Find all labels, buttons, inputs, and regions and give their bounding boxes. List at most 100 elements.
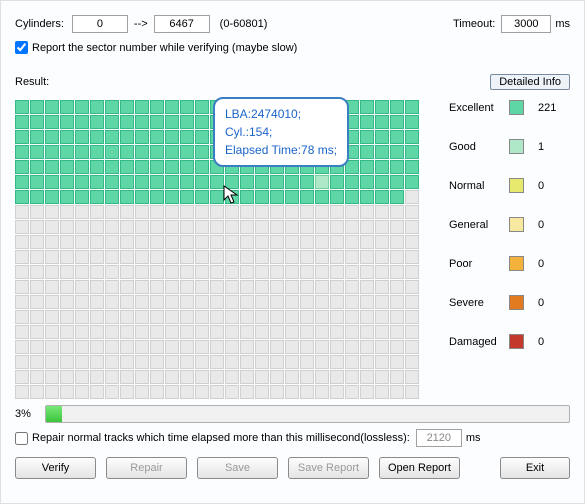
sector-cell: [225, 250, 239, 264]
sector-cell: [150, 310, 164, 324]
detailed-info-button[interactable]: Detailed Info: [490, 74, 570, 90]
sector-cell: [240, 340, 254, 354]
sector-cell: [90, 370, 104, 384]
sector-cell: [165, 145, 179, 159]
sector-cell: [90, 235, 104, 249]
sector-cell: [150, 190, 164, 204]
sector-cell: [195, 160, 209, 174]
repair-checkbox[interactable]: [15, 432, 28, 445]
sector-cell: [360, 190, 374, 204]
sector-cell: [15, 280, 29, 294]
sector-cell: [135, 265, 149, 279]
sector-cell: [90, 325, 104, 339]
sector-cell: [45, 160, 59, 174]
sector-cell: [75, 205, 89, 219]
sector-cell: [30, 310, 44, 324]
sector-cell: [405, 145, 419, 159]
sector-cell: [195, 280, 209, 294]
sector-cell: [75, 160, 89, 174]
sector-cell: [105, 355, 119, 369]
sector-cell: [180, 220, 194, 234]
sector-cell: [90, 160, 104, 174]
exit-button[interactable]: Exit: [500, 457, 570, 479]
sector-cell: [345, 250, 359, 264]
sector-cell: [135, 160, 149, 174]
sector-cell: [90, 280, 104, 294]
sector-cell: [405, 385, 419, 399]
sector-cell: [240, 280, 254, 294]
sector-cell: [30, 250, 44, 264]
sector-cell: [150, 340, 164, 354]
cyl-from-input[interactable]: [72, 15, 128, 33]
sector-cell: [255, 220, 269, 234]
sector-cell: [210, 355, 224, 369]
sector-cell: [105, 205, 119, 219]
sector-cell: [390, 145, 404, 159]
sector-cell: [75, 310, 89, 324]
sector-cell: [150, 175, 164, 189]
sector-cell: [30, 160, 44, 174]
sector-cell: [105, 265, 119, 279]
sector-cell: [60, 115, 74, 129]
repair-option-row: Repair normal tracks which time elapsed …: [1, 429, 584, 453]
timeout-input[interactable]: [501, 15, 551, 33]
sector-grid-wrap: LBA:2474010; Cyl.:154; Elapsed Time:78 m…: [15, 100, 419, 399]
sector-cell: [60, 355, 74, 369]
sector-cell: [390, 115, 404, 129]
sector-cell: [90, 175, 104, 189]
sector-cell: [225, 265, 239, 279]
open-report-button[interactable]: Open Report: [379, 457, 460, 479]
sector-cell: [345, 280, 359, 294]
sector-cell: [105, 190, 119, 204]
repair-ms-label: ms: [466, 432, 481, 444]
sector-cell: [390, 280, 404, 294]
sector-cell: [255, 310, 269, 324]
legend-name: Severe: [449, 297, 509, 309]
sector-cell: [390, 385, 404, 399]
sector-cell: [195, 310, 209, 324]
sector-cell: [285, 250, 299, 264]
sector-cell: [345, 205, 359, 219]
cyl-to-input[interactable]: [154, 15, 210, 33]
report-checkbox[interactable]: [15, 41, 28, 54]
sector-cell: [405, 310, 419, 324]
sector-cell: [180, 340, 194, 354]
sector-cell: [255, 175, 269, 189]
sector-cell: [270, 310, 284, 324]
sector-cell: [225, 175, 239, 189]
sector-cell: [300, 280, 314, 294]
sector-cell: [360, 280, 374, 294]
sector-cell: [60, 130, 74, 144]
sector-cell: [45, 100, 59, 114]
sector-cell: [150, 265, 164, 279]
sector-cell: [285, 235, 299, 249]
tooltip-lba: LBA:2474010;: [225, 105, 337, 123]
legend: Excellent221Good1Normal0General0Poor0Sev…: [449, 100, 570, 399]
sector-cell: [390, 325, 404, 339]
sector-cell: [360, 265, 374, 279]
sector-cell: [15, 370, 29, 384]
sector-cell: [150, 295, 164, 309]
sector-cell: [30, 130, 44, 144]
sector-cell: [165, 295, 179, 309]
sector-cell: [300, 325, 314, 339]
sector-cell: [255, 370, 269, 384]
sector-cell: [225, 280, 239, 294]
sector-cell: [120, 235, 134, 249]
sector-cell: [315, 190, 329, 204]
sector-cell: [285, 340, 299, 354]
sector-cell: [255, 355, 269, 369]
sector-cell: [390, 205, 404, 219]
verify-button[interactable]: Verify: [15, 457, 96, 479]
sector-cell: [135, 370, 149, 384]
sector-cell: [330, 280, 344, 294]
sector-cell: [240, 325, 254, 339]
params-row: Cylinders: --> (0-60801) Timeout: ms: [1, 9, 584, 39]
sector-cell: [120, 175, 134, 189]
sector-cell: [315, 220, 329, 234]
sector-cell: [315, 280, 329, 294]
sector-cell: [135, 340, 149, 354]
sector-cell: [60, 280, 74, 294]
sector-cell: [45, 325, 59, 339]
sector-cell: [120, 265, 134, 279]
